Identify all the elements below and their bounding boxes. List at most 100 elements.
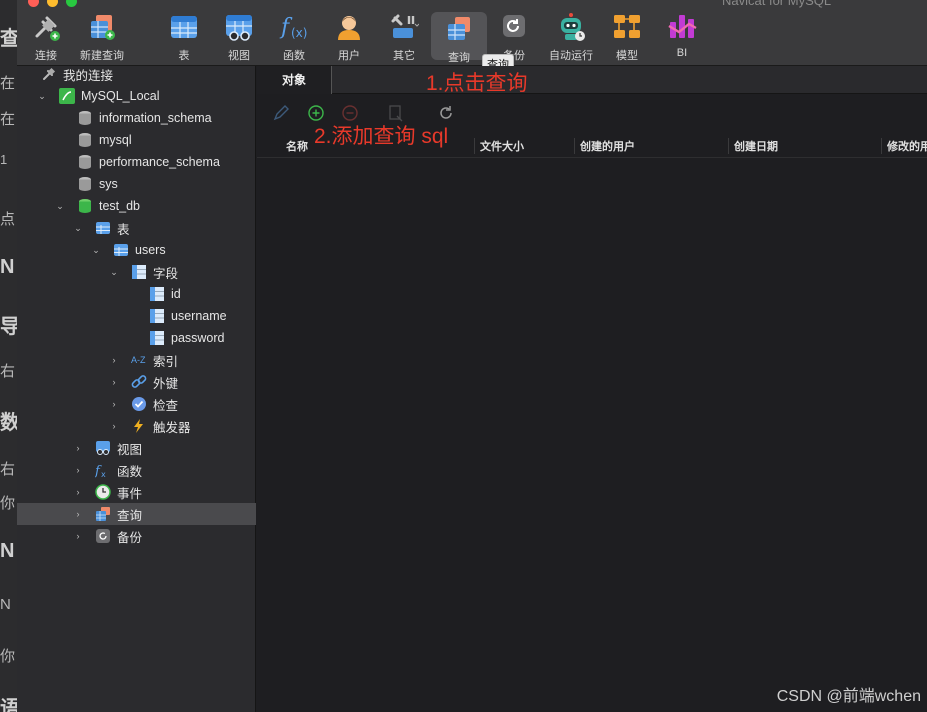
mysql-connection-icon: [59, 88, 75, 104]
tree-label: sys: [99, 177, 118, 191]
tree-label: mysql: [99, 133, 132, 147]
main-toolbar: Navicat for MySQL 连接 新建查询 表 视图 f(x) 函数: [17, 0, 927, 74]
backup-icon: [499, 12, 529, 42]
tree-events-group[interactable]: › 事件: [17, 481, 256, 503]
tree-fields-group[interactable]: ⌄ 字段: [17, 261, 256, 283]
field-icon: [149, 330, 165, 346]
chevron-right-icon[interactable]: ›: [73, 509, 83, 519]
column-name[interactable]: 名称: [286, 138, 308, 154]
chevron-right-icon[interactable]: ›: [109, 421, 119, 431]
chevron-right-icon[interactable]: ›: [109, 399, 119, 409]
new-query-icon: [87, 12, 117, 42]
tree-database[interactable]: performance_schema: [17, 151, 256, 173]
function-icon: f (x): [279, 12, 309, 42]
database-icon: [77, 176, 93, 192]
toolbar-query-button[interactable]: 查询: [431, 12, 487, 64]
tree-database[interactable]: mysql: [17, 129, 256, 151]
tree-label: information_schema: [99, 111, 212, 125]
backup-icon: [95, 528, 111, 544]
toolbar-other-button[interactable]: 其它: [376, 8, 432, 62]
toolbar-function-button[interactable]: f (x) 函数: [266, 8, 322, 62]
toolbar-new-query-button[interactable]: 新建查询: [74, 8, 130, 62]
bg-fragment: 点: [0, 211, 16, 228]
tree-database[interactable]: information_schema: [17, 107, 256, 129]
column-file-size[interactable]: 文件大小: [480, 138, 524, 154]
tree-label: 检查: [153, 398, 179, 413]
tree-field[interactable]: username: [17, 305, 256, 327]
toolbar-model-button[interactable]: 模型: [599, 8, 655, 62]
chevron-down-icon[interactable]: ⌄: [37, 91, 47, 101]
tree-label: users: [135, 243, 166, 257]
bg-fragment: 右: [0, 363, 16, 380]
zoom-window-button[interactable]: [66, 0, 77, 7]
toolbar-connect-button[interactable]: 连接: [18, 8, 74, 62]
chevron-right-icon[interactable]: ›: [73, 531, 83, 541]
tree-index-group[interactable]: › A-Z 索引: [17, 349, 256, 371]
toolbar-table-button[interactable]: 表: [156, 8, 212, 62]
chevron-right-icon[interactable]: ›: [73, 443, 83, 453]
tree-views-group[interactable]: › 视图: [17, 437, 256, 459]
bg-fragment: N: [0, 596, 11, 613]
tree-database[interactable]: sys: [17, 173, 256, 195]
background-window-strip: 查 在 在 1 点 N 导 右 数 右 你 N N 你 语: [0, 0, 17, 712]
svg-text:(x): (x): [291, 26, 307, 40]
chevron-right-icon[interactable]: ›: [109, 355, 119, 365]
database-icon: [77, 132, 93, 148]
tree-label: id: [171, 287, 181, 301]
tools-icon: [389, 12, 420, 42]
tree-backups-group[interactable]: › 备份: [17, 525, 256, 547]
toolbar-label: 模型: [616, 50, 638, 62]
bg-fragment: 语: [0, 698, 17, 712]
tab-bar: 对象: [257, 66, 927, 94]
tree-my-connections[interactable]: 我的连接: [17, 63, 256, 85]
objects-panel: 对象 名称 文件大小 创建的用户 创建日期 修改的用户: [257, 66, 927, 712]
columns-icon: [131, 264, 147, 280]
tree-queries-group[interactable]: › 查询: [17, 503, 256, 525]
model-icon: [612, 12, 642, 42]
toolbar-label: 查询: [448, 52, 470, 64]
toolbar-user-button[interactable]: 用户: [321, 8, 377, 62]
tree-database-test-db[interactable]: ⌄ test_db: [17, 195, 256, 217]
close-window-button[interactable]: [28, 0, 39, 7]
toolbar-automation-button[interactable]: 自动运行: [543, 8, 599, 62]
plug-icon: [31, 12, 61, 42]
tree-field[interactable]: id: [17, 283, 256, 305]
tree-foreign-key-group[interactable]: › 外键: [17, 371, 256, 393]
plug-icon: [41, 66, 57, 82]
toolbar-label: 其它: [393, 50, 415, 62]
chevron-right-icon[interactable]: ›: [73, 487, 83, 497]
tree-label: 表: [117, 222, 130, 237]
tree-trigger-group[interactable]: › 触发器: [17, 415, 256, 437]
tree-field[interactable]: password: [17, 327, 256, 349]
toolbar-backup-button[interactable]: 备份: [486, 8, 542, 62]
column-modified-by[interactable]: 修改的用户: [887, 138, 927, 154]
edit-icon[interactable]: [270, 102, 292, 124]
annotation-step-2: 2.添加查询 sql: [314, 125, 449, 148]
chevron-right-icon[interactable]: ›: [73, 465, 83, 475]
chevron-down-icon[interactable]: ⌄: [91, 245, 101, 255]
chevron-right-icon[interactable]: ›: [109, 377, 119, 387]
toolbar-view-button[interactable]: 视图: [211, 8, 267, 62]
tree-label: 外键: [153, 376, 179, 391]
toolbar-bi-button[interactable]: BI: [654, 8, 710, 60]
tree-check-group[interactable]: › 检查: [17, 393, 256, 415]
column-created-by[interactable]: 创建的用户: [580, 138, 635, 154]
tree-label: 事件: [117, 486, 143, 501]
query-icon: [444, 14, 474, 44]
clock-icon: [95, 484, 111, 500]
toolbar-label: 视图: [228, 50, 250, 62]
function-icon: fx: [94, 462, 111, 479]
column-created-date[interactable]: 创建日期: [734, 138, 778, 154]
tree-table-users[interactable]: ⌄ users: [17, 239, 256, 261]
minimize-window-button[interactable]: [47, 0, 58, 7]
tree-tables-group[interactable]: ⌄ 表: [17, 217, 256, 239]
watermark: CSDN @前端wchen: [776, 688, 921, 705]
tree-label: 触发器: [153, 420, 191, 435]
bg-fragment: 在: [0, 75, 16, 92]
tab-objects[interactable]: 对象: [257, 66, 332, 94]
chevron-down-icon[interactable]: ⌄: [73, 223, 83, 233]
chevron-down-icon[interactable]: ⌄: [55, 201, 65, 211]
tree-functions-group[interactable]: › fx 函数: [17, 459, 256, 481]
chevron-down-icon[interactable]: ⌄: [109, 267, 119, 277]
tree-connection-mysql-local[interactable]: ⌄ MySQL_Local: [17, 85, 256, 107]
